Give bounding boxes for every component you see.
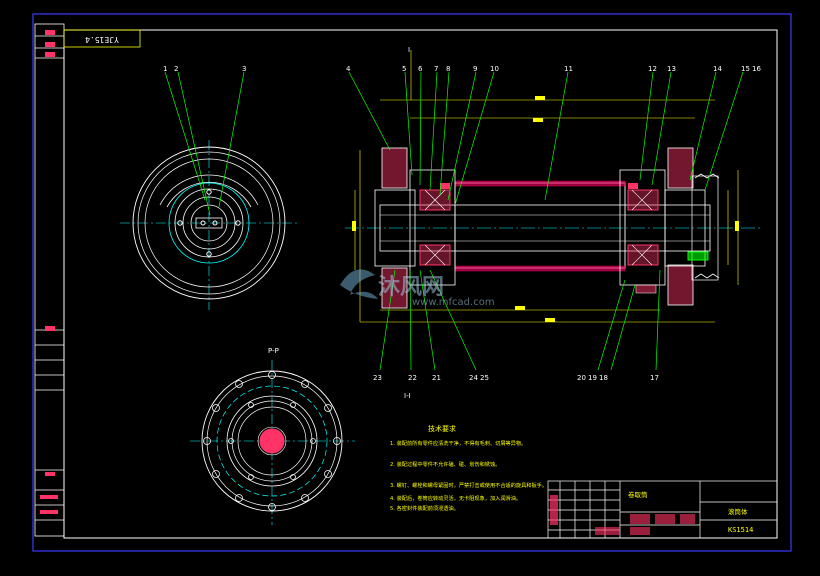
balloon-19: 19 [588,374,597,382]
technical-notes: 技术要求 1. 装配前所有零件应清洗干净，不得有毛刺、切屑等异物。 2. 装配过… [390,424,547,512]
balloon-4: 4 [346,65,351,73]
balloon-25: 25 [480,374,489,382]
note-3: 3. 螺钉、螺栓和螺母紧固时，严禁打击或使用不合适的旋具和扳手。 [390,481,547,489]
balloon-5: 5 [402,65,406,73]
balloon-10: 10 [490,65,499,73]
balloon-9: 9 [473,65,477,73]
balloon-22: 22 [408,374,417,382]
balloon-15: 15 [741,65,750,73]
balloon-11: 11 [564,65,573,73]
assembly-leaders [348,71,744,371]
balloon-16: 16 [752,65,761,73]
title-block-code: KS1514 [728,526,753,534]
title-block-unit: 滚筒体 [728,507,748,516]
note-5: 5. 各密封件装配前须浸透油。 [390,504,459,512]
end-view-leaders [164,71,245,216]
notes-title: 技术要求 [428,424,456,433]
watermark: 沐风网 www.mfcad.com [340,269,495,308]
balloon-6: 6 [418,65,423,73]
balloon-14: 14 [713,65,722,73]
balloon-7: 7 [434,65,438,73]
balloon-24: 24 [469,374,478,382]
balloon-1: 1 [163,65,167,73]
balloon-17: 17 [650,374,659,382]
note-4: 4. 装配后，卷筒应转动灵活，无卡阻现象，加入润滑油。 [390,494,521,502]
balloon-12: 12 [648,65,657,73]
drawing-code: YJE15.4 [85,35,119,44]
balloon-23: 23 [373,374,382,382]
view-label-pp: P-P [268,347,279,355]
detail-mark: I [408,46,410,54]
left-title-strip [34,23,65,537]
watermark-logo-icon [340,269,378,299]
balloon-3: 3 [242,65,246,73]
cad-drawing-canvas: YJE15.4 1 2 3 P-P 4 5 6 7 8 9 10 11 12 1… [32,13,792,552]
watermark-url: www.mfcad.com [412,297,495,308]
balloon-20: 20 [577,374,586,382]
balloon-13: 13 [667,65,676,73]
title-block-name: 卷取筒 [628,490,648,499]
note-1: 1. 装配前所有零件应清洗干净，不得有毛刺、切屑等异物。 [390,439,526,447]
balloon-8: 8 [446,65,450,73]
balloon-2: 2 [174,65,178,73]
section-label: I-I [404,392,411,400]
balloon-18: 18 [599,374,608,382]
balloon-21: 21 [432,374,441,382]
section-view-pp [190,360,355,525]
end-view-top [120,140,300,310]
note-2: 2. 装配过程中零件不允许磕、碰、划伤和锈蚀。 [390,460,500,468]
